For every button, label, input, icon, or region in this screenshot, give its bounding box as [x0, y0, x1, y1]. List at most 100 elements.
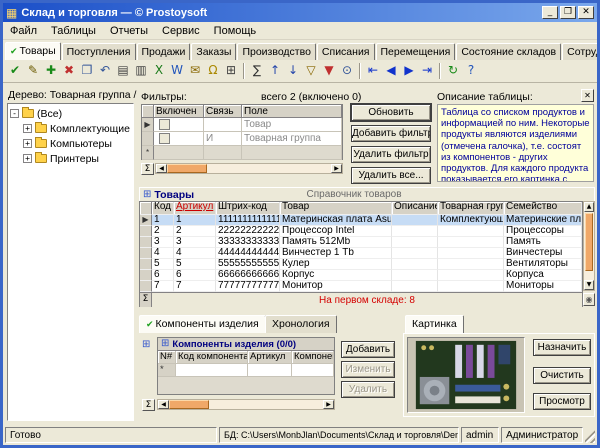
expand-icon[interactable]: + [23, 124, 32, 133]
close-button[interactable]: ✕ [578, 6, 594, 19]
remove-component-button[interactable]: Удалить [341, 381, 395, 398]
nav-last-icon[interactable]: ⇥ [418, 62, 436, 80]
filter-enabled-checkbox[interactable] [159, 133, 170, 144]
filter-enabled-checkbox[interactable] [159, 119, 170, 130]
mail-icon[interactable]: ✉ [186, 62, 204, 80]
column-header-barcode[interactable]: Штрих-код [216, 202, 280, 215]
column-header-name[interactable]: Товар [280, 202, 392, 215]
menu-item[interactable]: Таблицы [44, 23, 103, 39]
sort-desc-icon[interactable]: ↓ [284, 62, 302, 80]
remove-filter-button[interactable]: Удалить фильтр [351, 146, 431, 163]
sum-icon[interactable]: ∑ [248, 62, 266, 80]
add-component-button[interactable]: Добавить [341, 341, 395, 358]
scroll-up-icon[interactable]: ▲ [584, 202, 594, 212]
product-row[interactable]: ▶ 1 1 1111111111111 Материнская плата As… [140, 215, 582, 226]
product-row[interactable]: 3 3 3333333333333 Память 512Mb Память [140, 237, 582, 248]
column-header-field[interactable]: Поле [242, 105, 342, 118]
print-preview-icon[interactable]: ▥ [132, 62, 150, 80]
export-excel-icon[interactable]: X [150, 62, 168, 80]
components-new-row[interactable]: * [158, 364, 334, 377]
product-row[interactable]: 4 4 4444444444444 Винчестер 1 Tb Винчест… [140, 248, 582, 259]
main-tab[interactable]: ✔Заказы [191, 43, 236, 60]
column-header-link[interactable]: Связь [204, 105, 242, 118]
main-tab[interactable]: ✔Списания [317, 43, 375, 60]
scrollbar-thumb[interactable] [169, 400, 209, 409]
tree-item-root[interactable]: - (Все) [10, 106, 131, 121]
scroll-right-icon[interactable]: ▶ [331, 164, 342, 173]
column-header-component-code[interactable]: Код компонента [176, 351, 248, 364]
copy-icon[interactable]: ❐ [78, 62, 96, 80]
filter-icon[interactable]: ▽ [302, 62, 320, 80]
main-tab[interactable]: ✔Перемещения [376, 43, 456, 60]
product-row[interactable]: 7 7 7777777777777 Монитор Мониторы [140, 281, 582, 292]
tab-components[interactable]: ✔Компоненты изделия [139, 315, 266, 333]
refresh-icon[interactable]: ↻ [444, 62, 462, 80]
tree-item[interactable]: + Комплектующие [23, 121, 131, 136]
main-tab[interactable]: ✔Производство [237, 43, 315, 60]
main-tab[interactable]: ✔Поступления [62, 43, 136, 60]
column-header-sku[interactable]: Артикул [174, 202, 216, 215]
main-tab[interactable]: ✔Продажи [137, 43, 191, 60]
filter-horizontal-scrollbar[interactable]: ◀ ▶ [155, 163, 343, 174]
nav-prev-icon[interactable]: ◀ [382, 62, 400, 80]
collapse-icon[interactable]: - [10, 109, 19, 118]
menu-item[interactable]: Помощь [207, 23, 264, 39]
column-header-group[interactable]: Товарная группа [438, 202, 504, 215]
scrollbar-thumb[interactable] [167, 164, 207, 173]
main-tab[interactable]: ✔Сотрудники [562, 43, 600, 60]
sum-icon[interactable]: Σ [141, 163, 154, 175]
scroll-down-icon[interactable]: ▼ [584, 280, 594, 290]
filter-new-row[interactable]: * [142, 146, 342, 160]
remove-all-filters-button[interactable]: Удалить все... [351, 167, 431, 184]
scroll-left-icon[interactable]: ◀ [156, 164, 167, 173]
column-header-sku[interactable]: Артикул [248, 351, 292, 364]
edit-component-button[interactable]: Изменить [341, 361, 395, 378]
column-header-enabled[interactable]: Включен [154, 105, 204, 118]
column-header-description[interactable]: Описание [392, 202, 438, 215]
edit-icon[interactable]: ✎ [24, 62, 42, 80]
expand-icon[interactable]: + [23, 139, 32, 148]
add-filter-button[interactable]: Добавить фильтр [351, 125, 431, 142]
minimize-button[interactable]: _ [542, 6, 558, 19]
filter-row[interactable]: ▶ Товар [142, 118, 342, 132]
menu-item[interactable]: Файл [3, 23, 44, 39]
menu-item[interactable]: Сервис [155, 23, 207, 39]
refresh-button[interactable]: Обновить [351, 104, 431, 121]
menu-item[interactable]: Отчеты [103, 23, 155, 39]
sum-icon[interactable]: Σ [140, 293, 152, 307]
search-icon[interactable]: ⊙ [338, 62, 356, 80]
scroll-track[interactable] [207, 164, 331, 173]
tree-item[interactable]: + Принтеры [23, 151, 131, 166]
assign-picture-button[interactable]: Назначить [533, 339, 591, 356]
close-icon[interactable]: ✕ [581, 89, 594, 102]
view-picture-button[interactable]: Просмотр [533, 393, 591, 410]
clear-filter-icon[interactable]: ▼ [320, 62, 338, 80]
scroll-track[interactable] [209, 400, 323, 409]
product-row[interactable]: 2 2 2222222222222 Процессор Intel Процес… [140, 226, 582, 237]
maximize-button[interactable]: ❐ [560, 6, 576, 19]
undo-icon[interactable]: ↶ [96, 62, 114, 80]
photo-indicator-icon[interactable]: ◉ [583, 293, 595, 306]
clear-picture-button[interactable]: Очистить [533, 367, 591, 384]
tab-chronology[interactable]: Хронология [265, 315, 337, 333]
scroll-left-icon[interactable]: ◀ [158, 400, 169, 409]
products-vertical-scrollbar[interactable]: ▲ ▼ [583, 201, 595, 291]
confirm-icon[interactable]: ✔ [6, 62, 24, 80]
sort-asc-icon[interactable]: ↑ [266, 62, 284, 80]
scrollbar-thumb[interactable] [585, 213, 593, 271]
lock-icon[interactable]: Ω [204, 62, 222, 80]
product-row[interactable]: 5 5 5555555555555 Кулер Вентиляторы [140, 259, 582, 270]
print-icon[interactable]: ▤ [114, 62, 132, 80]
tree-item[interactable]: + Компьютеры [23, 136, 131, 151]
help-icon[interactable]: ? [462, 62, 480, 80]
main-tab[interactable]: ✔Состояние складов [456, 43, 561, 60]
export-word-icon[interactable]: W [168, 62, 186, 80]
components-horizontal-scrollbar[interactable]: ◀ ▶ [157, 399, 335, 410]
nav-first-icon[interactable]: ⇤ [364, 62, 382, 80]
resize-grip[interactable] [585, 427, 595, 443]
delete-icon[interactable]: ✖ [60, 62, 78, 80]
add-icon[interactable]: ✚ [42, 62, 60, 80]
column-header-family[interactable]: Семейство [504, 202, 582, 215]
column-header-component[interactable]: Компонент [292, 351, 334, 364]
settings-icon[interactable]: ⊞ [222, 62, 240, 80]
